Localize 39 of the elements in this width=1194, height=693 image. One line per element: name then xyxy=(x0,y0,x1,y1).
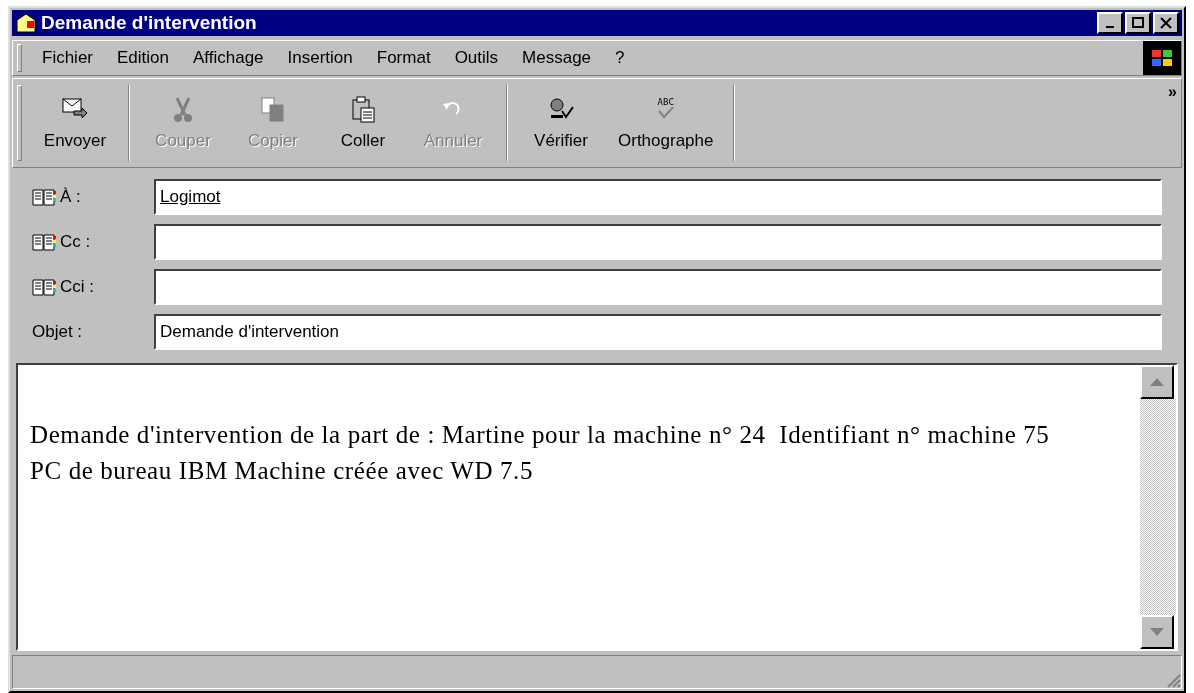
toolbar-button[interactable]: Coller xyxy=(318,79,408,167)
menu-item[interactable]: ? xyxy=(603,46,637,70)
field-label: Cc : xyxy=(60,232,91,252)
window-title: Demande d'intervention xyxy=(41,12,258,34)
up-arrow-icon xyxy=(1150,378,1164,386)
maximize-icon xyxy=(1132,17,1144,29)
toolbar-button[interactable]: Vérifier xyxy=(516,79,606,167)
menu-item[interactable]: Message xyxy=(510,46,604,70)
scroll-down-button[interactable] xyxy=(1140,615,1174,649)
minimize-button[interactable] xyxy=(1097,12,1123,34)
more-button[interactable]: » xyxy=(1168,83,1177,101)
input-field[interactable]: Demande d'intervention xyxy=(154,314,1162,350)
field-label: Cci : xyxy=(60,277,94,297)
field-label: À : xyxy=(60,187,81,207)
resize-grip-icon[interactable] xyxy=(1165,672,1181,688)
scrollbar[interactable] xyxy=(1140,365,1176,649)
address-book-icon[interactable] xyxy=(32,232,56,252)
menu-item[interactable]: Edition xyxy=(105,46,181,70)
field-label: Objet : xyxy=(32,322,83,342)
menu-item[interactable]: Format xyxy=(364,46,443,70)
maximize-button[interactable] xyxy=(1125,12,1151,34)
scroll-up-button[interactable] xyxy=(1140,365,1174,399)
close-icon xyxy=(1160,17,1172,29)
windows-logo xyxy=(1143,41,1181,75)
input-field[interactable]: Logimot xyxy=(154,179,1162,215)
input-field[interactable] xyxy=(154,224,1162,260)
menu-item[interactable]: Insertion xyxy=(275,46,365,70)
toolbar-button[interactable]: ABC Orthographe xyxy=(606,79,726,167)
toolbar-button[interactable]: Envoyer xyxy=(30,79,120,167)
icon-text: ABC xyxy=(657,97,674,107)
minimize-icon xyxy=(1106,26,1114,28)
address-book-icon[interactable] xyxy=(32,277,56,297)
menu-item[interactable]: Fichier xyxy=(30,46,105,70)
menu-item[interactable]: Affichage xyxy=(181,46,276,70)
address-book-icon[interactable] xyxy=(32,187,56,207)
input-field[interactable] xyxy=(154,269,1162,305)
close-button[interactable] xyxy=(1153,12,1179,34)
menu-item[interactable]: Outils xyxy=(442,46,511,70)
down-arrow-icon xyxy=(1150,628,1164,636)
